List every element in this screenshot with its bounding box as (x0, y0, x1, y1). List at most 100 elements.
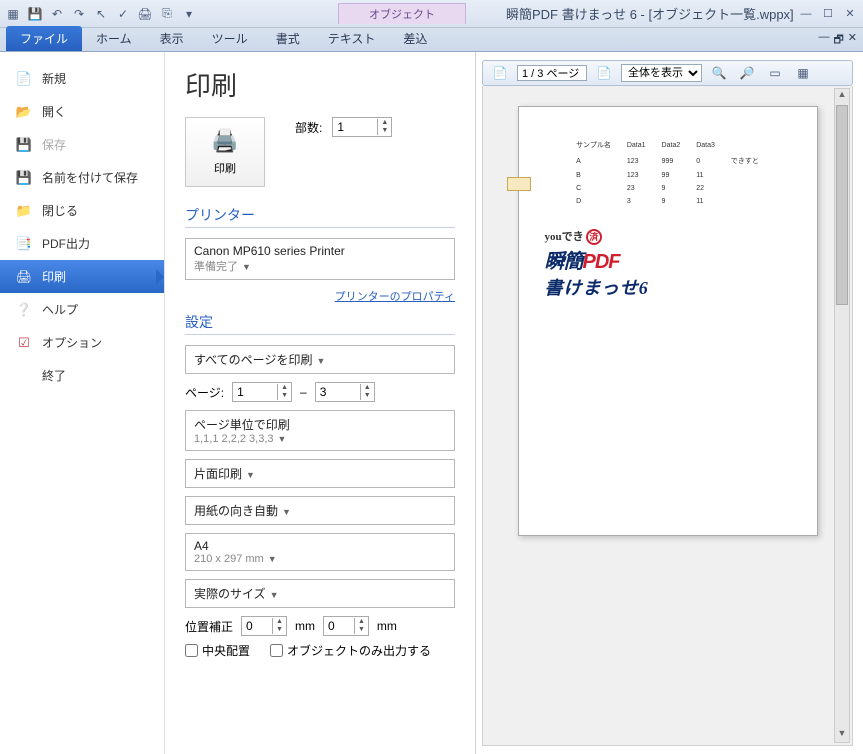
checkbox-row: 中央配置 オブジェクトのみ出力する (185, 642, 455, 659)
page-indicator-input[interactable] (517, 65, 587, 81)
copies-spinner[interactable]: ▲▼ (332, 117, 392, 137)
spin-up-icon[interactable]: ▲ (278, 384, 291, 392)
collate-select[interactable]: ページ単位で印刷 1,1,1 2,2,2 3,3,3▼ (185, 410, 455, 451)
quick-access-toolbar: ▦ 💾 ↶ ↷ ↖ ✓ 🖨 ⎘ ▾ (4, 5, 198, 23)
zoom-out-icon[interactable]: 🔎 (736, 63, 758, 83)
offset-y-spinner[interactable]: ▲▼ (323, 616, 369, 636)
spin-down-icon[interactable]: ▼ (361, 392, 374, 400)
menu-new[interactable]: 📄 新規 (0, 62, 164, 95)
scroll-up-icon[interactable]: ▲ (835, 89, 849, 103)
spin-up-icon[interactable]: ▲ (355, 618, 368, 626)
settings-section-header: 設定 (185, 312, 455, 335)
menu-help[interactable]: ❔ ヘルプ (0, 293, 164, 326)
collate-label: ページ単位で印刷 (194, 416, 446, 433)
save-icon[interactable]: 💾 (26, 5, 44, 23)
page-from-input[interactable] (233, 383, 277, 401)
tab-view[interactable]: 表示 (146, 26, 198, 51)
print-button[interactable]: 🖨️ 印刷 (185, 117, 265, 187)
tab-text[interactable]: テキスト (314, 26, 390, 51)
main-area: 📄 新規 📂 開く 💾 保存 💾 名前を付けて保存 📁 閉じる 📑 PDF出力 … (0, 52, 863, 754)
maximize-icon[interactable]: ☐ (819, 6, 837, 22)
check-icon[interactable]: ✓ (114, 5, 132, 23)
objects-only-label: オブジェクトのみ出力する (287, 642, 431, 659)
printer-name: Canon MP610 series Printer (194, 244, 446, 258)
menu-open[interactable]: 📂 開く (0, 95, 164, 128)
tab-tool[interactable]: ツール (198, 26, 262, 51)
spin-down-icon[interactable]: ▼ (278, 392, 291, 400)
scroll-thumb[interactable] (836, 105, 848, 305)
zoom-select[interactable]: 全体を表示 (621, 64, 702, 82)
center-checkbox[interactable]: 中央配置 (185, 642, 250, 659)
offset-x-input[interactable] (242, 617, 272, 635)
fit-icon[interactable]: ▭ (764, 63, 786, 83)
ribbon-minimize-icon[interactable]: — (818, 31, 829, 50)
center-checkbox-input[interactable] (185, 644, 198, 657)
ribbon-restore-icon[interactable]: 🗗 (833, 31, 843, 50)
printer-select[interactable]: Canon MP610 series Printer 準備完了▼ (185, 238, 455, 280)
offset-x-spinner[interactable]: ▲▼ (241, 616, 287, 636)
menu-exit[interactable]: 終了 (0, 359, 164, 392)
logo-block: youでき 済 瞬簡PDF 書けまっせ6 (545, 228, 791, 300)
scale-select[interactable]: 実際のサイズ▼ (185, 579, 455, 608)
objects-only-checkbox[interactable]: オブジェクトのみ出力する (270, 642, 431, 659)
menu-new-label: 新規 (42, 70, 66, 87)
minimize-icon[interactable]: — (797, 6, 815, 22)
close-icon[interactable]: ✕ (841, 6, 859, 22)
redo-icon[interactable]: ↷ (70, 5, 88, 23)
print-title: 印刷 (185, 66, 455, 103)
spin-down-icon[interactable]: ▼ (273, 626, 286, 634)
paper-sub: 210 x 297 mm (194, 553, 264, 565)
chevron-down-icon: ▼ (246, 470, 255, 480)
menu-save-as[interactable]: 💾 名前を付けて保存 (0, 161, 164, 194)
prev-page-button[interactable]: 📄 (489, 63, 511, 83)
spin-up-icon[interactable]: ▲ (361, 384, 374, 392)
menu-exit-label: 終了 (42, 367, 66, 384)
print-panel: 印刷 🖨️ 印刷 部数: ▲▼ プリンター Canon MP610 series… (165, 52, 475, 754)
multi-page-icon[interactable]: ▦ (792, 63, 814, 83)
ribbon-close-icon[interactable]: ✕ (848, 31, 857, 50)
page-to-input[interactable] (316, 383, 360, 401)
print-button-label: 印刷 (214, 160, 236, 176)
tab-format[interactable]: 書式 (262, 26, 314, 51)
menu-save[interactable]: 💾 保存 (0, 128, 164, 161)
tab-file[interactable]: ファイル (6, 26, 82, 51)
spin-down-icon[interactable]: ▼ (355, 626, 368, 634)
duplex-select[interactable]: 片面印刷 ▼ (185, 459, 455, 488)
mm-label: mm (295, 619, 315, 633)
vertical-scrollbar[interactable]: ▲ ▼ (834, 88, 850, 743)
orientation-select[interactable]: 用紙の向き自動▼ (185, 496, 455, 525)
menu-close[interactable]: 📁 閉じる (0, 194, 164, 227)
spin-up-icon[interactable]: ▲ (378, 119, 391, 127)
pointer-icon[interactable]: ↖ (92, 5, 110, 23)
help-icon: ❔ (16, 302, 32, 318)
paper-select[interactable]: A4 210 x 297 mm▼ (185, 533, 455, 571)
print-range-select[interactable]: すべてのページを印刷▼ (185, 345, 455, 374)
objects-only-checkbox-input[interactable] (270, 644, 283, 657)
offset-y-input[interactable] (324, 617, 354, 635)
duplex-label: 片面印刷 (194, 467, 242, 481)
preview-toolbar: 📄 📄 全体を表示 🔍 🔎 ▭ ▦ (482, 60, 853, 86)
menu-print[interactable]: 🖨 印刷 (0, 260, 164, 293)
tab-merge[interactable]: 差込 (389, 26, 441, 51)
menu-pdf-export[interactable]: 📑 PDF出力 (0, 227, 164, 260)
menu-options[interactable]: ☑ オプション (0, 326, 164, 359)
close-menu-icon: 📁 (16, 203, 32, 219)
spin-down-icon[interactable]: ▼ (378, 127, 391, 135)
print-icon[interactable]: 🖨 (136, 5, 154, 23)
zoom-in-icon[interactable]: 🔍 (708, 63, 730, 83)
qat-dropdown-icon[interactable]: ▾ (180, 5, 198, 23)
collate-sub: 1,1,1 2,2,2 3,3,3 (194, 433, 274, 445)
scroll-down-icon[interactable]: ▼ (835, 728, 849, 742)
page-to-spinner[interactable]: ▲▼ (315, 382, 375, 402)
printer-status: 準備完了 (194, 261, 238, 273)
copies-input[interactable] (333, 118, 377, 136)
exit-icon (16, 368, 32, 384)
undo-icon[interactable]: ↶ (48, 5, 66, 23)
printer-properties-link[interactable]: プリンターのプロパティ (335, 291, 455, 303)
next-page-button[interactable]: 📄 (593, 63, 615, 83)
tab-home[interactable]: ホーム (82, 26, 146, 51)
page-from-spinner[interactable]: ▲▼ (232, 382, 292, 402)
highlight-mark (507, 177, 531, 191)
spin-up-icon[interactable]: ▲ (273, 618, 286, 626)
export-icon[interactable]: ⎘ (158, 5, 176, 23)
